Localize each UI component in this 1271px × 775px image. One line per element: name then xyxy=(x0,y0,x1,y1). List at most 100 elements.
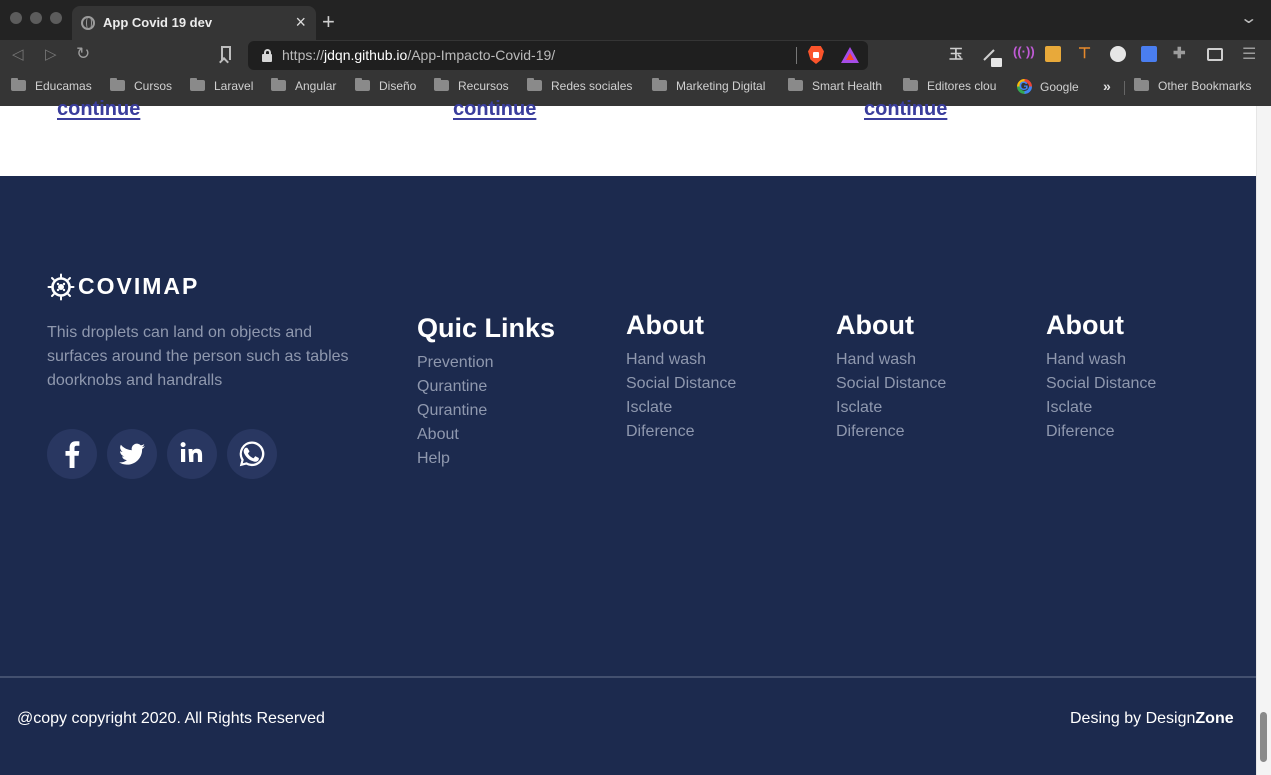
bookmark-smart-health[interactable]: Smart Health xyxy=(788,78,882,95)
folder-icon xyxy=(110,78,125,91)
page-viewport: continue continue continue COVIMAP This … xyxy=(0,98,1256,775)
bookmark-redes-sociales[interactable]: Redes sociales xyxy=(527,78,632,95)
measure-extension-icon[interactable]: ⊤ xyxy=(1078,44,1091,62)
reload-button[interactable]: ↻ xyxy=(76,44,90,64)
about-link-diference[interactable]: Diference xyxy=(836,420,946,444)
facebook-button[interactable] xyxy=(47,429,97,479)
bookmark-recursos[interactable]: Recursos xyxy=(434,78,509,95)
brave-shields-icon[interactable] xyxy=(808,46,824,64)
about-link-isclate[interactable]: Isclate xyxy=(1046,396,1156,420)
about-column-list: Hand wash Social Distance Isclate Difere… xyxy=(1046,348,1156,444)
about-column-title: About xyxy=(1046,310,1124,340)
broadcast-extension-icon[interactable]: ((·)) xyxy=(1013,44,1035,59)
bookmark-cursos[interactable]: Cursos xyxy=(110,78,172,95)
about-column-list: Hand wash Social Distance Isclate Difere… xyxy=(836,348,946,444)
quick-link-help[interactable]: Help xyxy=(417,447,494,471)
about-column-title: About xyxy=(626,310,704,340)
site-footer: COVIMAP This droplets can land on object… xyxy=(0,176,1256,775)
about-link-social-distance[interactable]: Social Distance xyxy=(1046,372,1156,396)
about-link-hand-wash[interactable]: Hand wash xyxy=(836,348,946,372)
about-link-isclate[interactable]: Isclate xyxy=(626,396,736,420)
menu-icon[interactable]: ☰ xyxy=(1242,44,1256,64)
continue-link[interactable]: continue xyxy=(57,98,140,121)
bookmark-other-bookmarks[interactable]: Other Bookmarks xyxy=(1134,78,1251,95)
active-tab[interactable]: App Covid 19 dev × xyxy=(72,6,316,40)
folder-icon xyxy=(434,78,449,91)
twitter-icon xyxy=(119,443,145,465)
footer-divider xyxy=(0,676,1256,678)
url-separator xyxy=(796,47,797,64)
folder-icon xyxy=(527,78,542,91)
globe-icon xyxy=(81,16,95,30)
address-bar[interactable]: https://jdqn.github.io/App-Impacto-Covid… xyxy=(248,41,868,70)
bookmark-angular[interactable]: Angular xyxy=(271,78,336,95)
quick-link-about[interactable]: About xyxy=(417,423,494,447)
url-text[interactable]: https://jdqn.github.io/App-Impacto-Covid… xyxy=(282,47,555,63)
quick-link-qurantine[interactable]: Qurantine xyxy=(417,375,494,399)
vertical-scrollbar[interactable] xyxy=(1256,106,1271,775)
close-tab-icon[interactable]: × xyxy=(295,12,306,33)
folder-icon xyxy=(903,78,918,91)
bookmarks-divider xyxy=(1124,81,1125,95)
bookmark-page-icon[interactable] xyxy=(221,46,231,60)
about-link-hand-wash[interactable]: Hand wash xyxy=(1046,348,1156,372)
more-bookmarks-chevron-icon[interactable]: » xyxy=(1103,78,1111,94)
browser-chrome: App Covid 19 dev × + ⌄ ◁ ▷ ↻ https://jdq… xyxy=(0,0,1271,106)
new-tab-button[interactable]: + xyxy=(322,9,335,35)
back-button[interactable]: ◁ xyxy=(12,45,24,63)
linkedin-icon xyxy=(180,442,203,462)
scrollbar-thumb[interactable] xyxy=(1260,712,1267,762)
google-icon xyxy=(1017,79,1032,94)
about-link-social-distance[interactable]: Social Distance xyxy=(836,372,946,396)
wallet-icon[interactable] xyxy=(1207,48,1223,61)
folder-icon xyxy=(271,78,286,91)
brave-rewards-icon[interactable] xyxy=(841,47,859,63)
about-link-diference[interactable]: Diference xyxy=(626,420,736,444)
footer-description: This droplets can land on objects and su… xyxy=(47,324,349,389)
about-column-title: About xyxy=(836,310,914,340)
close-window-button[interactable] xyxy=(10,12,22,24)
quick-links-list: Prevention Qurantine Qurantine About Hel… xyxy=(417,351,494,471)
continue-link[interactable]: continue xyxy=(453,98,536,121)
folder-icon xyxy=(1134,78,1149,91)
about-link-diference[interactable]: Diference xyxy=(1046,420,1156,444)
bookmark-educamas[interactable]: Educamas xyxy=(11,78,92,95)
minimize-window-button[interactable] xyxy=(30,12,42,24)
about-link-social-distance[interactable]: Social Distance xyxy=(626,372,736,396)
forward-button[interactable]: ▷ xyxy=(45,45,57,63)
copyright-text: @copy copyright 2020. All Rights Reserve… xyxy=(17,710,325,727)
bookmark-marketing-digital[interactable]: Marketing Digital xyxy=(652,78,765,95)
facebook-icon xyxy=(65,441,80,468)
bookmark-laravel[interactable]: Laravel xyxy=(190,78,253,95)
pen-extension-icon[interactable] xyxy=(982,46,1002,67)
continue-link[interactable]: continue xyxy=(864,98,947,121)
tab-bar: App Covid 19 dev × + ⌄ xyxy=(0,0,1271,40)
zoom-window-button[interactable] xyxy=(50,12,62,24)
linkedin-button[interactable] xyxy=(167,429,217,479)
brand-name: COVIMAP xyxy=(78,273,200,299)
notes-extension-icon[interactable] xyxy=(1045,46,1061,62)
bookmark-editores-clou[interactable]: Editores clou xyxy=(903,78,996,95)
bookmark-diseno[interactable]: Diseño xyxy=(355,78,416,95)
tab-search-chevron-icon[interactable]: ⌄ xyxy=(1239,8,1258,28)
extensions-puzzle-icon[interactable]: ✚ xyxy=(1173,44,1186,62)
bookmark-google[interactable]: Google xyxy=(1017,79,1079,95)
about-link-isclate[interactable]: Isclate xyxy=(836,396,946,420)
designer-credit: Desing by DesignZone xyxy=(1070,710,1234,727)
google-translate-icon[interactable] xyxy=(1141,46,1157,62)
translate-extension-icon[interactable]: 玉 xyxy=(949,44,963,64)
folder-icon xyxy=(190,78,205,91)
quick-link-qurantine[interactable]: Qurantine xyxy=(417,399,494,423)
circle-extension-icon[interactable] xyxy=(1110,46,1126,62)
twitter-button[interactable] xyxy=(107,429,157,479)
bookmarks-bar: Educamas Cursos Laravel Angular Diseño R… xyxy=(0,76,1271,98)
tab-title: App Covid 19 dev xyxy=(103,15,213,30)
folder-icon xyxy=(11,78,26,91)
about-link-hand-wash[interactable]: Hand wash xyxy=(626,348,736,372)
folder-icon xyxy=(652,78,667,91)
quick-link-prevention[interactable]: Prevention xyxy=(417,351,494,375)
whatsapp-icon xyxy=(239,441,265,467)
lock-icon[interactable] xyxy=(262,49,272,62)
whatsapp-button[interactable] xyxy=(227,429,277,479)
virus-logo-icon xyxy=(47,273,75,301)
